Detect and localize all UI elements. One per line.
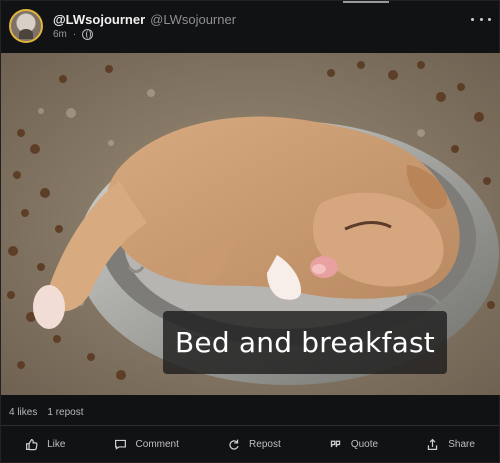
thumbs-up-icon bbox=[26, 438, 38, 450]
avatar[interactable] bbox=[9, 9, 43, 43]
likes-count[interactable]: 4 likes bbox=[9, 407, 37, 418]
post-header: @LWsojourner @LWsojourner 6m · bbox=[9, 9, 491, 49]
post-actions: Like Comment Repost Quote Share bbox=[1, 429, 499, 459]
post-card: @LWsojourner @LWsojourner 6m · Bed and b… bbox=[0, 0, 500, 463]
author-line: @LWsojourner @LWsojourner bbox=[53, 12, 236, 27]
more-dots-icon[interactable] bbox=[471, 13, 491, 25]
post-meta: 6m · bbox=[53, 29, 236, 40]
timestamp: 6m bbox=[53, 29, 67, 40]
author-display-name[interactable]: @LWsojourner bbox=[53, 12, 145, 27]
author-block: @LWsojourner @LWsojourner 6m · bbox=[53, 12, 236, 40]
author-handle[interactable]: @LWsojourner bbox=[150, 12, 236, 27]
quote-button[interactable]: Quote bbox=[329, 438, 378, 451]
quote-label: Quote bbox=[350, 438, 379, 450]
share-button[interactable]: Share bbox=[426, 438, 475, 451]
post-stats: 4 likes 1 repost bbox=[9, 407, 84, 418]
quote-icon bbox=[330, 440, 341, 447]
share-label: Share bbox=[448, 438, 475, 450]
menu-dot bbox=[471, 17, 474, 21]
comment-button[interactable]: Comment bbox=[114, 438, 179, 451]
like-label: Like bbox=[47, 438, 66, 450]
top-scroll-indicator bbox=[343, 1, 389, 3]
separator: · bbox=[72, 29, 77, 40]
post-image[interactable]: Bed and breakfast bbox=[1, 53, 500, 395]
repost-button[interactable]: Repost bbox=[227, 438, 281, 451]
menu-dot bbox=[488, 17, 491, 21]
image-caption: Bed and breakfast bbox=[163, 311, 447, 374]
globe-icon bbox=[82, 29, 94, 40]
like-button[interactable]: Like bbox=[25, 438, 65, 451]
repost-label: Repost bbox=[249, 438, 281, 450]
comment-label: Comment bbox=[135, 438, 179, 450]
comment-icon bbox=[114, 439, 126, 450]
share-icon bbox=[428, 438, 438, 450]
menu-dot bbox=[479, 17, 483, 21]
divider bbox=[1, 425, 499, 426]
reposts-count[interactable]: 1 repost bbox=[47, 407, 83, 418]
repost-icon bbox=[229, 439, 239, 450]
